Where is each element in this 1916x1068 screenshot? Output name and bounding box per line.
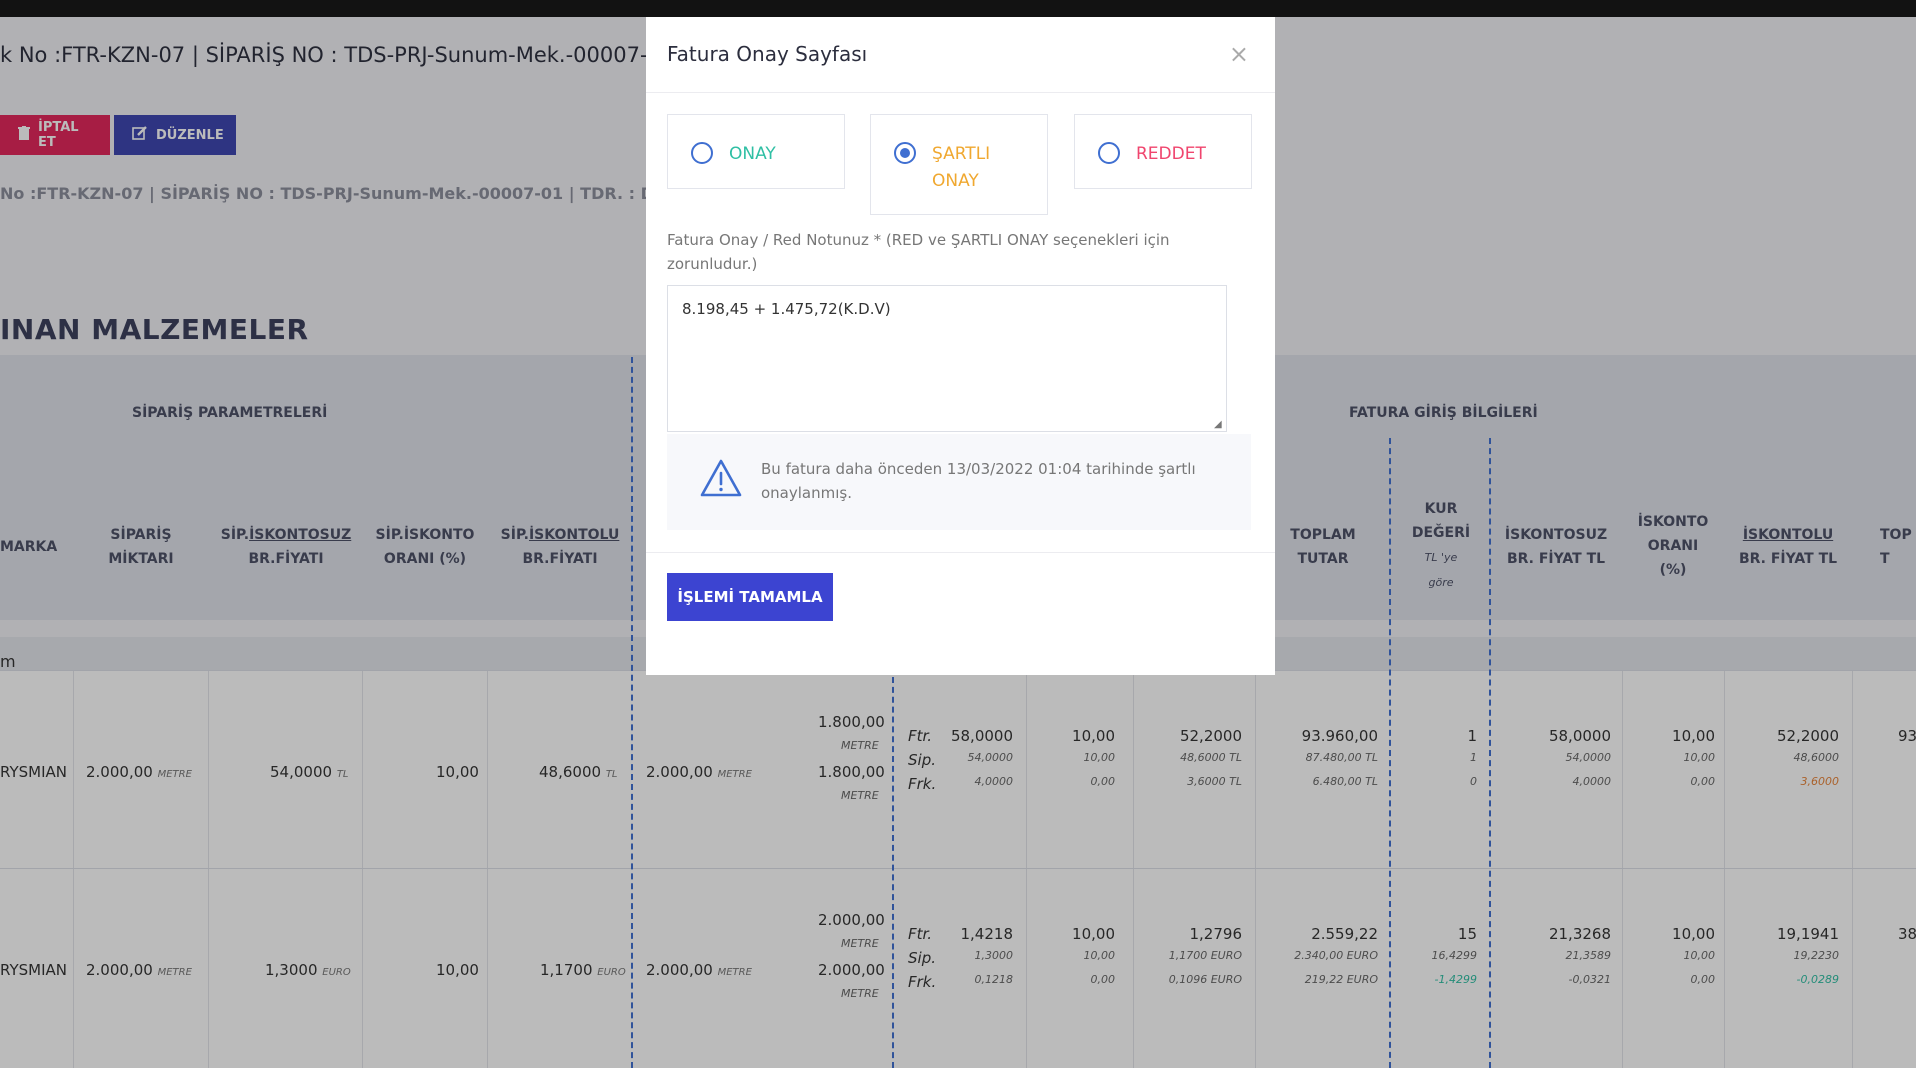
option-sartli-onay[interactable]: ŞARTLI ONAY	[870, 114, 1048, 215]
option-reddet[interactable]: REDDET	[1074, 114, 1252, 189]
alert-text: Bu fatura daha önceden 13/03/2022 01:04 …	[761, 460, 1196, 502]
note-label: Fatura Onay / Red Notunuz * (RED ve ŞART…	[667, 231, 1170, 273]
radio-onay[interactable]	[691, 142, 713, 164]
modal-header: Fatura Onay Sayfası ×	[646, 17, 1275, 93]
option-reddet-label: REDDET	[1136, 144, 1206, 164]
resize-handle-icon[interactable]: ◢	[1214, 419, 1222, 430]
warning-triangle-icon	[699, 458, 743, 498]
radio-sartli-onay[interactable]	[894, 142, 916, 164]
modal-divider	[646, 552, 1275, 553]
alert-box: Bu fatura daha önceden 13/03/2022 01:04 …	[667, 434, 1251, 530]
note-textarea[interactable]: 8.198,45 + 1.475,72(K.D.V)	[667, 285, 1227, 432]
close-icon[interactable]: ×	[1229, 42, 1249, 66]
radio-reddet[interactable]	[1098, 142, 1120, 164]
complete-button[interactable]: İŞLEMİ TAMAMLA	[667, 573, 833, 621]
modal-title: Fatura Onay Sayfası	[667, 42, 868, 66]
option-onay[interactable]: ONAY	[667, 114, 845, 189]
invoice-approval-modal: Fatura Onay Sayfası × ONAY ŞARTLI ONAY R…	[646, 17, 1275, 675]
option-sartli-onay-label: ŞARTLI ONAY	[932, 144, 991, 191]
option-onay-label: ONAY	[729, 144, 776, 164]
